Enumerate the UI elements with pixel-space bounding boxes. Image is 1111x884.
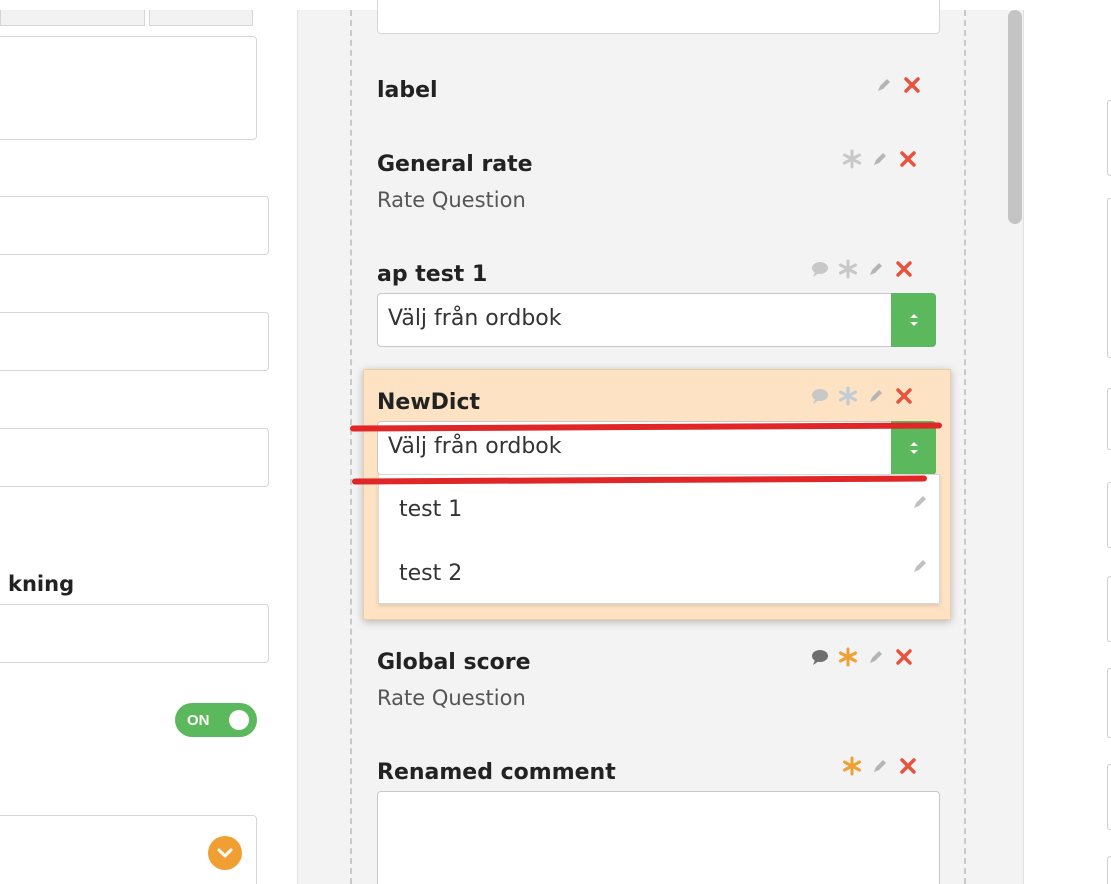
comment-icon[interactable]: [809, 258, 831, 280]
pencil-icon[interactable]: [911, 493, 929, 516]
sort-arrows-icon: [909, 442, 918, 454]
select-toggle-button[interactable]: [891, 293, 936, 347]
pencil-icon[interactable]: [865, 385, 887, 407]
dropdown-option[interactable]: test 2: [379, 541, 939, 605]
right-field-stub[interactable]: [1107, 198, 1111, 358]
question-type: Rate Question: [377, 188, 526, 212]
question-title: Renamed comment: [377, 760, 616, 785]
close-icon[interactable]: [897, 148, 919, 170]
option-label: test 1: [399, 497, 463, 522]
pencil-icon[interactable]: [873, 74, 895, 96]
tab-button[interactable]: [0, 10, 145, 26]
comment-icon[interactable]: [809, 385, 831, 407]
question-actions: [841, 145, 919, 173]
sort-arrows-icon: [909, 314, 918, 326]
star-icon[interactable]: [841, 148, 863, 170]
question-title: General rate: [377, 152, 533, 177]
right-field-stub[interactable]: [1107, 576, 1111, 642]
right-field-stub[interactable]: [1107, 388, 1111, 450]
dictionary-dropdown-menu: test 1 test 2: [378, 474, 940, 604]
question-title: Global score: [377, 650, 531, 675]
right-field-stub[interactable]: [1107, 668, 1111, 738]
star-icon[interactable]: [837, 258, 859, 280]
toggle-knob: [229, 710, 249, 730]
pencil-icon[interactable]: [865, 646, 887, 668]
star-icon[interactable]: [841, 755, 863, 777]
close-icon[interactable]: [897, 755, 919, 777]
question-type: Rate Question: [377, 686, 526, 710]
dropdown-option[interactable]: test 1: [379, 477, 939, 541]
right-panel: [1024, 10, 1111, 884]
close-icon[interactable]: [893, 258, 915, 280]
question-actions: [809, 643, 915, 671]
text-input[interactable]: [0, 196, 269, 255]
question-actions: [809, 255, 915, 283]
close-icon[interactable]: [901, 74, 923, 96]
dropzone-border-left: [350, 10, 352, 884]
text-input[interactable]: [377, 0, 940, 34]
option-label: test 2: [399, 561, 463, 586]
dropzone-border-right: [964, 10, 966, 884]
pencil-icon[interactable]: [865, 258, 887, 280]
right-field-stub[interactable]: [1107, 856, 1111, 884]
scrollbar-thumb[interactable]: [1008, 10, 1022, 224]
field-label: kning: [8, 572, 75, 596]
right-field-stub[interactable]: [1107, 764, 1111, 830]
textarea-field[interactable]: [0, 36, 257, 140]
right-field-stub[interactable]: [1107, 482, 1111, 548]
text-input[interactable]: [0, 428, 269, 487]
select-toggle-button[interactable]: [891, 421, 936, 475]
pencil-icon[interactable]: [869, 148, 891, 170]
text-input[interactable]: [0, 312, 269, 371]
question-title: ap test 1: [377, 262, 488, 287]
chevron-down-icon[interactable]: [208, 836, 242, 870]
text-input[interactable]: [0, 604, 269, 663]
select-value: Välj från ordbok: [388, 434, 562, 459]
comment-textarea[interactable]: [377, 791, 940, 884]
question-actions: [841, 752, 919, 780]
pencil-icon[interactable]: [911, 557, 929, 580]
question-title: NewDict: [377, 390, 481, 415]
tab-button[interactable]: [149, 10, 253, 26]
toggle-switch[interactable]: ON: [175, 703, 257, 737]
close-icon[interactable]: [893, 385, 915, 407]
question-actions: [809, 382, 915, 410]
star-icon[interactable]: [837, 646, 859, 668]
toggle-label: ON: [187, 711, 210, 729]
dictionary-select[interactable]: Välj från ordbok: [377, 293, 936, 347]
comment-icon[interactable]: [809, 646, 831, 668]
question-title: label: [377, 78, 438, 103]
select-value: Välj från ordbok: [388, 306, 562, 331]
right-field-stub[interactable]: [1107, 100, 1111, 176]
star-icon[interactable]: [837, 385, 859, 407]
close-icon[interactable]: [893, 646, 915, 668]
pencil-icon[interactable]: [869, 755, 891, 777]
question-actions: [873, 71, 923, 99]
